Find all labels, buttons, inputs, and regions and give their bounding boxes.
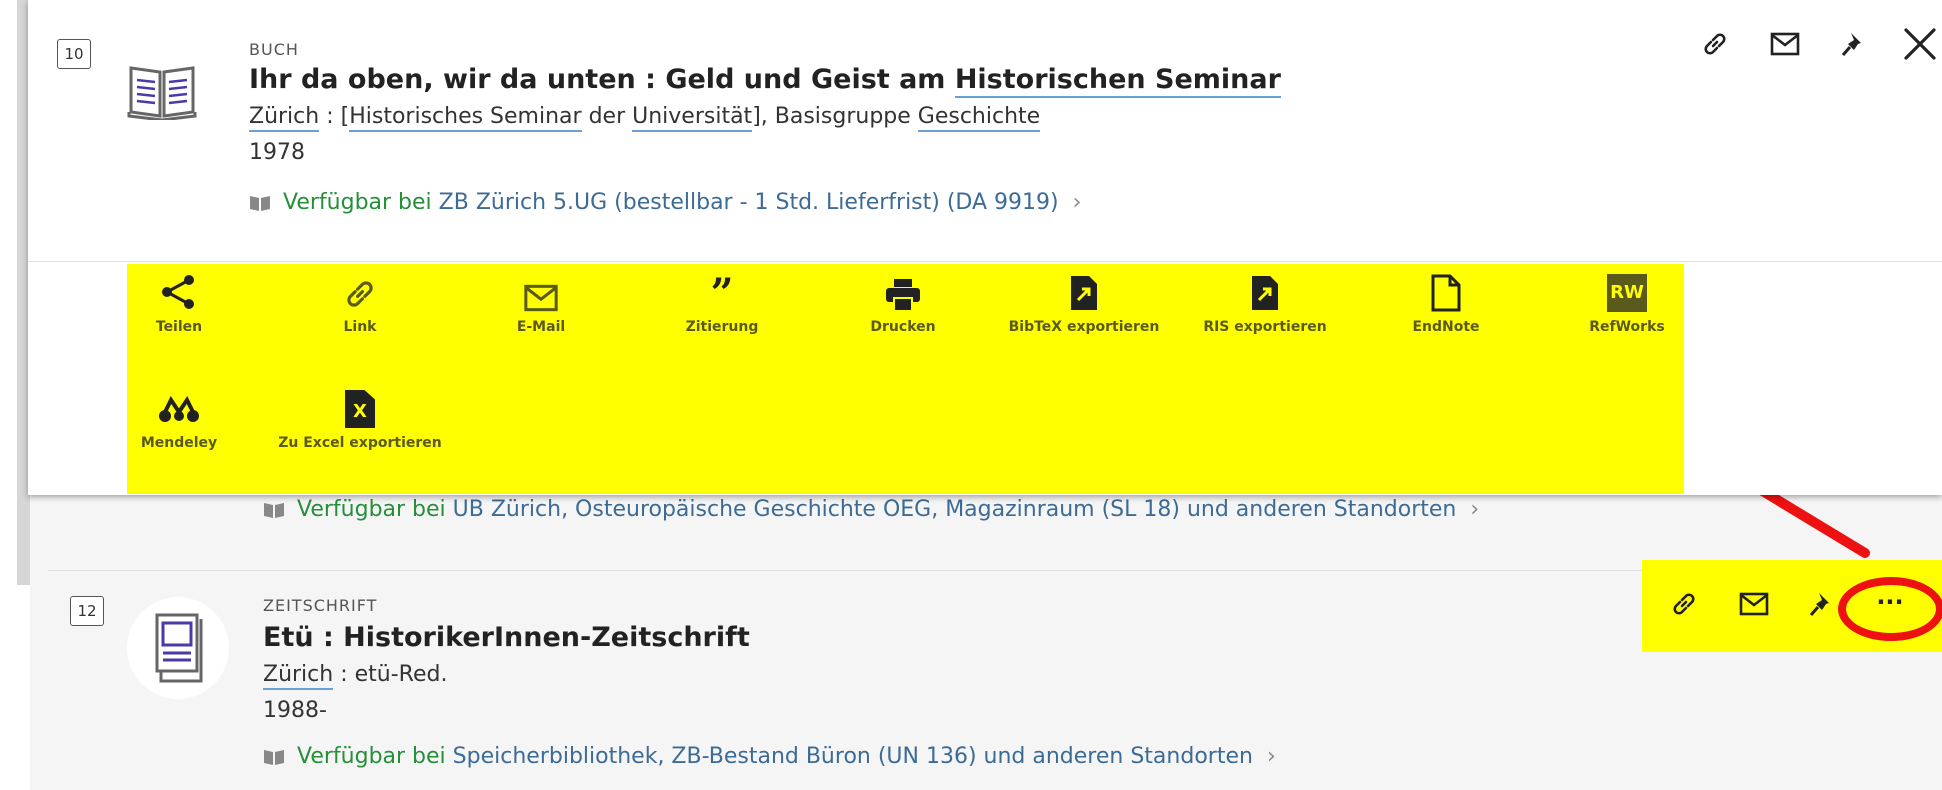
book-open-icon: [264, 749, 284, 765]
action-label: BibTeX exportieren: [1008, 319, 1160, 335]
endnote-icon: [1431, 274, 1461, 312]
publisher-text: : [: [319, 104, 350, 129]
action-share[interactable]: Teilen: [89, 268, 269, 338]
record-10-availability[interactable]: Verfügbar bei ZB Zürich 5.UG (bestellbar…: [249, 190, 1081, 215]
action-email[interactable]: E-Mail: [451, 268, 631, 338]
record-publisher: Zürich : [Historisches Seminar der Unive…: [249, 104, 1041, 132]
mail-icon[interactable]: [1736, 586, 1772, 622]
publisher-text: : etü-Red.: [333, 662, 448, 687]
action-label: Zu Excel exportieren: [278, 435, 442, 451]
link-icon: [347, 281, 373, 307]
action-citation[interactable]: ” Zitierung: [632, 268, 812, 338]
publisher-link[interactable]: Historisches Seminar: [349, 104, 582, 132]
pin-icon[interactable]: [1836, 26, 1872, 62]
publisher-text: der: [581, 104, 633, 129]
action-label: Zitierung: [685, 319, 759, 335]
print-icon: [886, 279, 920, 312]
availability-status: Verfügbar bei: [297, 744, 446, 769]
close-icon[interactable]: [1900, 24, 1940, 64]
link-icon[interactable]: [1697, 26, 1733, 62]
mail-icon[interactable]: [1767, 26, 1803, 62]
link-icon[interactable]: [1666, 586, 1702, 622]
record-title[interactable]: Etü : HistorikerInnen-Zeitschrift: [263, 622, 750, 653]
action-label: RefWorks: [1589, 319, 1665, 335]
place-link[interactable]: Zürich: [249, 104, 320, 132]
action-label: Drucken: [870, 319, 936, 335]
record-title[interactable]: Ihr da oben, wir da unten : Geld und Gei…: [249, 64, 1281, 98]
record-type: ZEITSCHRIFT: [263, 596, 378, 615]
action-excel-export[interactable]: X Zu Excel exportieren: [270, 384, 450, 454]
action-mendeley[interactable]: Mendeley: [89, 384, 269, 454]
journal-icon: [155, 613, 203, 683]
action-refworks[interactable]: RW RefWorks: [1537, 268, 1717, 338]
chevron-right-icon: ›: [1266, 744, 1276, 769]
title-link[interactable]: Historischen Seminar: [954, 64, 1281, 98]
book-thumbnail[interactable]: [127, 62, 197, 124]
share-icon: [162, 275, 194, 309]
availability-status: Verfügbar bei: [283, 190, 432, 215]
action-label: E-Mail: [516, 319, 566, 335]
action-label: Link: [343, 319, 377, 335]
record-12-availability[interactable]: Verfügbar bei Speicherbibliothek, ZB-Bes…: [263, 744, 1276, 769]
record-publisher: Zürich : etü-Red.: [263, 662, 448, 690]
action-link[interactable]: Link: [270, 268, 450, 338]
mail-icon: [524, 284, 558, 312]
action-label: Teilen: [155, 319, 203, 335]
action-endnote[interactable]: EndNote: [1356, 268, 1536, 338]
action-print[interactable]: Drucken: [813, 268, 993, 338]
more-options-button[interactable]: ···: [1868, 586, 1912, 622]
quote-icon: ”: [710, 270, 734, 317]
refworks-icon: RW: [1607, 274, 1647, 312]
journal-thumbnail[interactable]: [127, 597, 229, 699]
chevron-right-icon: ›: [1072, 190, 1082, 215]
bibtex-export-icon: [1071, 276, 1097, 310]
mendeley-icon: [159, 396, 199, 422]
book-open-icon: [250, 195, 270, 211]
place-link[interactable]: Zürich: [263, 662, 334, 690]
availability-location: Speicherbibliothek, ZB-Bestand Büron (UN…: [452, 744, 1253, 769]
book-icon: [127, 66, 197, 122]
record-number: 12: [70, 596, 104, 626]
card-divider: [28, 261, 1942, 262]
record-number: 10: [57, 39, 91, 69]
action-label: EndNote: [1412, 319, 1480, 335]
action-label: RIS exportieren: [1203, 319, 1327, 335]
availability-status: Verfügbar bei: [297, 497, 446, 522]
action-label: Mendeley: [140, 435, 218, 451]
excel-export-icon: X: [345, 390, 375, 428]
book-open-icon: [264, 502, 284, 518]
ris-export-icon: [1252, 276, 1278, 310]
action-ris-export[interactable]: RIS exportieren: [1175, 268, 1355, 338]
record-11-availability[interactable]: Verfügbar bei UB Zürich, Osteuropäische …: [263, 497, 1479, 522]
availability-location: ZB Zürich 5.UG (bestellbar - 1 Std. Lief…: [438, 190, 1059, 215]
record-type: BUCH: [249, 40, 299, 59]
availability-location: UB Zürich, Osteuropäische Geschichte OEG…: [452, 497, 1457, 522]
chevron-right-icon: ›: [1470, 497, 1480, 522]
publisher-text: ], Basisgruppe: [752, 104, 918, 129]
pin-icon[interactable]: [1804, 586, 1840, 622]
university-link[interactable]: Universität: [632, 104, 753, 132]
title-text: Ihr da oben, wir da unten : Geld und Gei…: [249, 64, 955, 95]
subject-link[interactable]: Geschichte: [917, 104, 1041, 132]
record-year: 1978: [249, 140, 305, 165]
action-bibtex-export[interactable]: BibTeX exportieren: [994, 268, 1174, 338]
record-year: 1988-: [263, 698, 327, 723]
